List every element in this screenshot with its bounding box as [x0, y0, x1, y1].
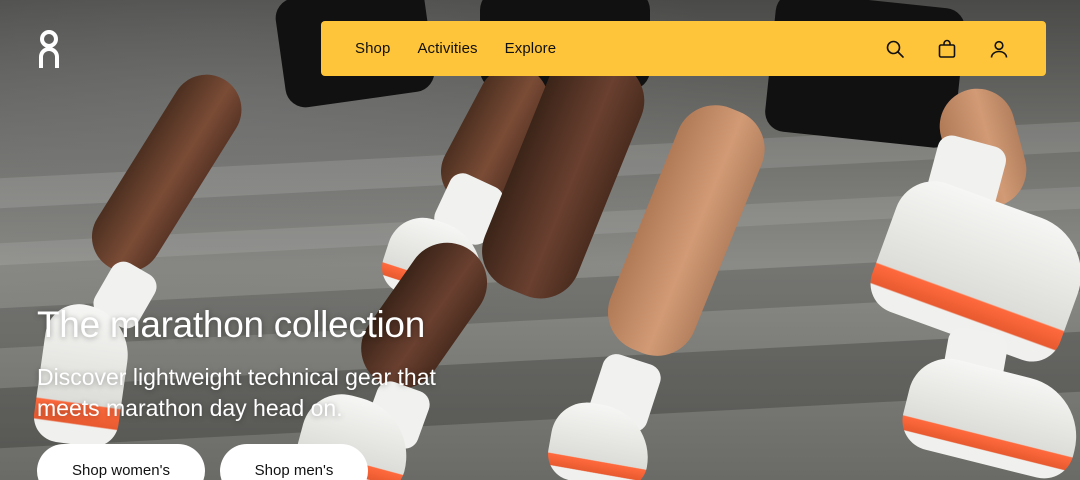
shop-mens-button[interactable]: Shop men's: [220, 444, 368, 480]
hero-headline: The marathon collection: [37, 304, 425, 345]
nav-link-activities[interactable]: Activities: [417, 40, 477, 57]
hero-subline: Discover lightweight technical gear that…: [37, 364, 436, 421]
nav-icons: [882, 36, 1012, 62]
bag-icon[interactable]: [934, 36, 960, 62]
search-icon[interactable]: [882, 36, 908, 62]
nav-link-shop[interactable]: Shop: [355, 40, 390, 57]
shop-womens-button[interactable]: Shop women's: [37, 444, 205, 480]
hero-banner: Shop Activities Explore The marathon col…: [0, 0, 1080, 480]
nav-link-explore[interactable]: Explore: [505, 40, 557, 57]
account-icon[interactable]: [986, 36, 1012, 62]
on-logo-icon[interactable]: [37, 30, 63, 70]
main-navbar: Shop Activities Explore: [321, 21, 1046, 76]
